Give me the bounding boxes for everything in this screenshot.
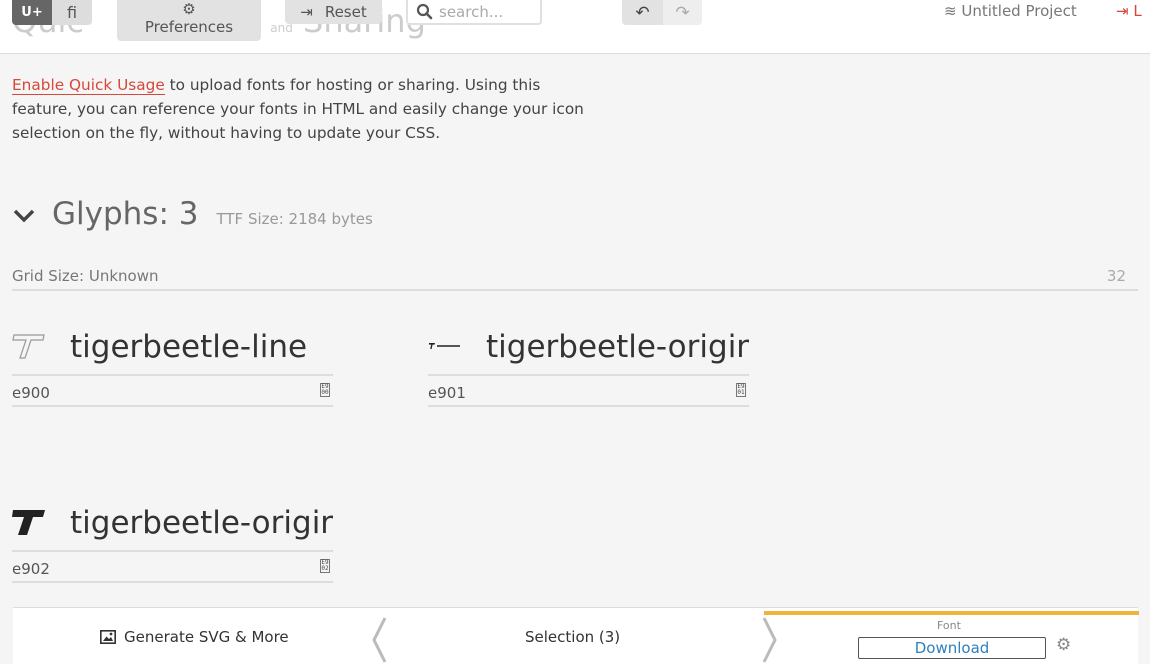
mode-toggle: U+ ﬁ [12,0,92,25]
ttf-size: TTF Size: 2184 bytes [216,210,373,228]
bottom-bar: Generate SVG & More Selection (3) Font D… [13,607,1139,664]
undo-icon: ↶ [635,2,650,23]
reset-button[interactable]: ⇥ Reset [285,0,382,24]
gear-icon: ⚙ [182,0,196,18]
tigerbeetle-line-icon [12,329,46,363]
glyph-code[interactable]: e902 [12,560,50,578]
grid-size-label: Grid Size: Unknown [12,267,159,285]
search-icon [416,3,433,20]
font-label: Font [937,619,961,632]
reset-icon: ⇥ [300,3,313,21]
selection-tab[interactable]: Selection (3) [525,628,620,646]
download-button[interactable]: Download [858,637,1046,659]
search-input[interactable] [439,2,539,21]
login-button[interactable]: ⇥ L [1116,2,1142,20]
redo-button[interactable]: ↷ [663,0,702,25]
grid-size-row: Grid Size: Unknown 32 [12,266,1138,291]
unicode-badge-icon: E9 00 [320,383,330,397]
search-box [406,0,542,25]
grid-size-value[interactable]: 32 [1107,267,1126,285]
project-selector[interactable]: ≋ Untitled Project [944,2,1077,20]
glyph-code[interactable]: e900 [12,384,50,402]
glyph-card[interactable]: tigerbeetle-original e902 E902 [12,505,333,585]
glyph-code[interactable]: e901 [428,384,466,402]
generate-svg-label: Generate SVG & More [124,628,289,646]
login-label: L [1133,2,1142,20]
login-icon: ⇥ [1116,2,1129,20]
layers-icon: ≋ [944,2,957,20]
ligature-mode-button[interactable]: ﬁ [52,0,92,25]
glyph-code-row: e900 E9 00 [12,374,333,407]
top-toolbar: Quic and Sharing U+ ﬁ ⚙ Preferences ⇥ Re… [0,0,1150,54]
reset-label: Reset [324,3,367,21]
glyphs-section-header: Glyphs: 3 TTF Size: 2184 bytes [12,196,373,232]
glyphs-title: Glyphs: 3 [52,196,199,232]
tigerbeetle-original-icon [428,329,462,363]
chevron-down-icon[interactable] [12,205,38,230]
glyph-code-row: e902 E9 02 [12,550,333,583]
unicode-badge-icon: E9 01 [736,383,746,397]
undo-button[interactable]: ↶ [622,0,663,25]
project-name: Untitled Project [961,2,1077,20]
unicode-mode-button[interactable]: U+ [12,0,52,25]
chevron-left-icon [372,617,387,663]
glyph-name: tigerbeetle-original [486,329,749,365]
enable-quick-usage-link[interactable]: Enable Quick Usage [12,76,165,95]
glyph-card[interactable]: tigerbeetle-line e900 E9 00 [12,329,333,409]
glyph-card[interactable]: tigerbeetle-original e901 E901 [428,329,749,409]
preferences-button[interactable]: ⚙ Preferences [117,0,261,41]
image-icon [100,630,116,644]
tigerbeetle-original-icon [12,505,46,539]
redo-icon: ↷ [675,2,690,23]
font-panel: Font Download ⚙ [764,611,1139,664]
glyph-code-row: e901 E9 01 [428,374,749,407]
glyph-name: tigerbeetle-line [70,329,308,365]
glyph-name: tigerbeetle-original [70,505,333,541]
preferences-label: Preferences [144,18,234,36]
quick-usage-description: Enable Quick Usage to upload fonts for h… [12,73,587,145]
generate-svg-button[interactable]: Generate SVG & More [100,628,289,646]
gear-icon[interactable]: ⚙ [1056,635,1071,655]
unicode-badge-icon: E9 02 [320,559,330,573]
